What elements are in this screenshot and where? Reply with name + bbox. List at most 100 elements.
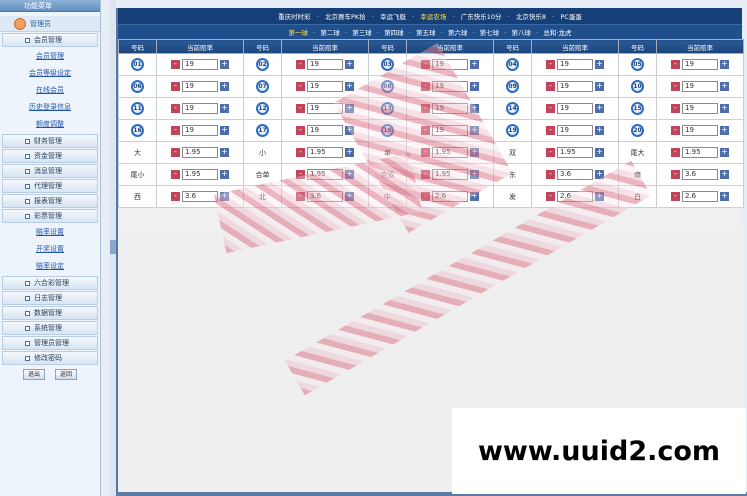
rate-input[interactable]: 1.95 bbox=[307, 169, 343, 180]
sidebar-group[interactable]: 财务管理 bbox=[2, 134, 98, 148]
increase-button[interactable]: + bbox=[345, 60, 354, 69]
sidebar-group[interactable]: 系统管理 bbox=[2, 321, 98, 335]
increase-button[interactable]: + bbox=[720, 170, 729, 179]
ball-tab[interactable]: 第五球 bbox=[416, 27, 436, 37]
decrease-button[interactable]: - bbox=[171, 60, 180, 69]
decrease-button[interactable]: - bbox=[546, 60, 555, 69]
rate-input[interactable]: 19 bbox=[182, 81, 218, 92]
rate-input[interactable]: 3.6 bbox=[557, 169, 593, 180]
ball-tab[interactable]: 第四球 bbox=[384, 27, 404, 37]
rate-input[interactable]: 19 bbox=[682, 103, 718, 114]
game-tab[interactable]: 北京快乐8 bbox=[516, 11, 546, 21]
sidebar-group[interactable]: 六合彩管理 bbox=[2, 276, 98, 290]
rate-input[interactable]: 19 bbox=[557, 103, 593, 114]
game-tab[interactable]: 北京赛车PK拾 bbox=[325, 11, 366, 21]
increase-button[interactable]: + bbox=[470, 60, 479, 69]
increase-button[interactable]: + bbox=[345, 104, 354, 113]
increase-button[interactable]: + bbox=[720, 192, 729, 201]
rate-input[interactable]: 19 bbox=[307, 125, 343, 136]
rate-input[interactable]: 3.6 bbox=[182, 191, 218, 202]
decrease-button[interactable]: - bbox=[546, 104, 555, 113]
decrease-button[interactable]: - bbox=[421, 192, 430, 201]
increase-button[interactable]: + bbox=[220, 170, 229, 179]
sidebar-group[interactable]: 会员管理 bbox=[2, 33, 98, 47]
increase-button[interactable]: + bbox=[470, 192, 479, 201]
increase-button[interactable]: + bbox=[345, 148, 354, 157]
game-tab[interactable]: 重庆时时彩 bbox=[278, 11, 311, 21]
rate-input[interactable]: 1.95 bbox=[432, 147, 468, 158]
decrease-button[interactable]: - bbox=[296, 170, 305, 179]
rate-input[interactable]: 19 bbox=[432, 125, 468, 136]
sidebar-group[interactable]: 修改密码 bbox=[2, 351, 98, 365]
rate-input[interactable]: 19 bbox=[182, 59, 218, 70]
ball-tab[interactable]: 第一球 bbox=[289, 27, 309, 37]
decrease-button[interactable]: - bbox=[171, 104, 180, 113]
decrease-button[interactable]: - bbox=[546, 170, 555, 179]
decrease-button[interactable]: - bbox=[421, 60, 430, 69]
rate-input[interactable]: 19 bbox=[307, 81, 343, 92]
rate-input[interactable]: 2.6 bbox=[432, 191, 468, 202]
game-tab[interactable]: 幸运农场 bbox=[420, 11, 446, 21]
decrease-button[interactable]: - bbox=[171, 126, 180, 135]
rate-input[interactable]: 3.6 bbox=[682, 169, 718, 180]
increase-button[interactable]: + bbox=[470, 170, 479, 179]
rate-input[interactable]: 1.95 bbox=[557, 147, 593, 158]
increase-button[interactable]: + bbox=[720, 82, 729, 91]
rate-input[interactable]: 19 bbox=[182, 103, 218, 114]
decrease-button[interactable]: - bbox=[296, 148, 305, 157]
rate-input[interactable]: 19 bbox=[557, 59, 593, 70]
rate-input[interactable]: 19 bbox=[557, 125, 593, 136]
ball-tab[interactable]: 第六球 bbox=[448, 27, 468, 37]
decrease-button[interactable]: - bbox=[546, 148, 555, 157]
rate-input[interactable]: 2.6 bbox=[557, 191, 593, 202]
rate-input[interactable]: 1.95 bbox=[182, 169, 218, 180]
increase-button[interactable]: + bbox=[220, 82, 229, 91]
ball-tab[interactable]: 第三球 bbox=[352, 27, 372, 37]
sidebar-group[interactable]: 资金管理 bbox=[2, 149, 98, 163]
decrease-button[interactable]: - bbox=[421, 126, 430, 135]
increase-button[interactable]: + bbox=[220, 148, 229, 157]
decrease-button[interactable]: - bbox=[296, 104, 305, 113]
rate-input[interactable]: 19 bbox=[557, 81, 593, 92]
sidebar-link[interactable]: 历史登录信息 bbox=[0, 99, 100, 116]
increase-button[interactable]: + bbox=[470, 148, 479, 157]
rate-input[interactable]: 19 bbox=[432, 59, 468, 70]
rate-input[interactable]: 3.6 bbox=[307, 191, 343, 202]
game-tab[interactable]: 广东快乐10分 bbox=[461, 11, 502, 21]
decrease-button[interactable]: - bbox=[421, 82, 430, 91]
sidebar-link[interactable]: 在线会员 bbox=[0, 82, 100, 99]
increase-button[interactable]: + bbox=[470, 104, 479, 113]
sidebar-link[interactable]: 赔率设置 bbox=[0, 224, 100, 241]
sidebar-group[interactable]: 代理管理 bbox=[2, 179, 98, 193]
increase-button[interactable]: + bbox=[720, 126, 729, 135]
ball-tab[interactable]: 第二球 bbox=[320, 27, 340, 37]
rate-input[interactable]: 19 bbox=[682, 59, 718, 70]
ball-tab[interactable]: 总和·龙虎 bbox=[543, 27, 571, 37]
rate-input[interactable]: 19 bbox=[307, 103, 343, 114]
sidebar-group[interactable]: 彩票管理 bbox=[2, 209, 98, 223]
increase-button[interactable]: + bbox=[595, 104, 604, 113]
rate-input[interactable]: 19 bbox=[682, 81, 718, 92]
decrease-button[interactable]: - bbox=[671, 170, 680, 179]
decrease-button[interactable]: - bbox=[546, 82, 555, 91]
rate-input[interactable]: 2.6 bbox=[682, 191, 718, 202]
decrease-button[interactable]: - bbox=[171, 192, 180, 201]
sidebar-link[interactable]: 会员管理 bbox=[0, 48, 100, 65]
sidebar-group[interactable]: 报表管理 bbox=[2, 194, 98, 208]
rate-input[interactable]: 1.95 bbox=[432, 169, 468, 180]
decrease-button[interactable]: - bbox=[671, 148, 680, 157]
decrease-button[interactable]: - bbox=[296, 82, 305, 91]
sidebar-link[interactable]: 额度调整 bbox=[0, 116, 100, 133]
decrease-button[interactable]: - bbox=[546, 192, 555, 201]
rate-input[interactable]: 19 bbox=[432, 103, 468, 114]
sidebar-group[interactable]: 消息管理 bbox=[2, 164, 98, 178]
sidebar-link[interactable]: 开奖设置 bbox=[0, 241, 100, 258]
increase-button[interactable]: + bbox=[595, 60, 604, 69]
rate-input[interactable]: 1.95 bbox=[182, 147, 218, 158]
rate-input[interactable]: 19 bbox=[432, 81, 468, 92]
increase-button[interactable]: + bbox=[720, 60, 729, 69]
decrease-button[interactable]: - bbox=[671, 82, 680, 91]
rate-input[interactable]: 19 bbox=[307, 59, 343, 70]
game-tab[interactable]: 幸运飞艇 bbox=[380, 11, 406, 21]
increase-button[interactable]: + bbox=[345, 192, 354, 201]
